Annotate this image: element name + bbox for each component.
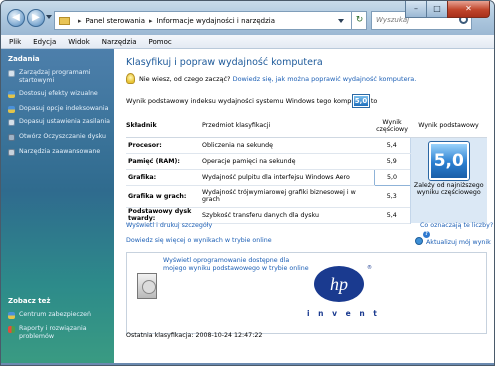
software-box-icon — [137, 273, 157, 299]
subscore: 5,3 — [374, 185, 410, 208]
view-software-online-link[interactable]: Wyświetl oprogramowanie dostępne dla moj… — [163, 257, 313, 273]
score-table: Składnik Przedmiot klasyfikacji Wynik cz… — [126, 115, 487, 224]
menu-file[interactable]: Plik — [1, 38, 27, 46]
security-center-icon — [8, 312, 15, 319]
breadcrumb-separator-icon: ▸ — [149, 16, 153, 25]
component-name: Grafika w grach: — [126, 185, 202, 208]
component-description: Operacje pamięci na sekundę — [202, 153, 374, 170]
sidebar-item-label: Zarządzaj programami startowymi — [19, 69, 91, 84]
page-title: Klasyfikuj i popraw wydajność komputera — [126, 57, 323, 68]
learn-online-link[interactable]: Dowiedz się więcej o wynikach w trybie o… — [126, 237, 272, 244]
subscore: 5,4 — [374, 207, 410, 224]
maximize-button[interactable]: □ — [426, 1, 448, 18]
refresh-icon[interactable]: ↻ — [351, 11, 367, 30]
base-score-small-badge: 5,0 — [352, 94, 370, 108]
component-description: Wydajność trójwymiarowej grafiki bizneso… — [202, 185, 374, 208]
sidebar-item-label: Centrum zabezpieczeń — [19, 311, 92, 318]
hp-logo[interactable]: hp — [313, 265, 365, 303]
shield-icon — [8, 106, 15, 113]
minimize-button[interactable]: – — [405, 1, 427, 18]
tip-question: Nie wiesz, od czego zacząć? — [139, 74, 231, 83]
component-description: Wydajność pulpitu dla interfejsu Windows… — [202, 169, 374, 186]
sidebar-item-label: Dostosuj efekty wizualne — [19, 90, 98, 97]
hp-tagline: i n v e n t — [307, 309, 380, 318]
sidebar: Zadania Zarządzaj programami startowymi … — [1, 49, 114, 365]
window: ◀ ▶ ▸ Panel sterowania ▸ Informacje wyda… — [0, 0, 495, 366]
last-rating-timestamp: Ostatnia klasyfikacja: 2008-10-24 12:47:… — [126, 332, 263, 339]
address-dropdown-icon[interactable] — [338, 19, 344, 23]
registered-mark: ® — [367, 265, 372, 271]
sidebar-item-advanced-tools[interactable]: Narzędzia zaawansowane — [8, 148, 112, 156]
base-score-note: Zależy od najniższego wyniku częściowego — [413, 181, 484, 197]
print-details-link[interactable]: Wyświetl i drukuj szczegóły — [126, 222, 212, 229]
sidebar-item-label: Dopasuj opcje indeksowania — [19, 105, 109, 112]
flag-icon — [8, 326, 15, 333]
breadcrumb-control-panel[interactable]: Panel sterowania — [86, 17, 146, 25]
shield-icon — [8, 91, 15, 98]
gear-icon — [8, 70, 15, 77]
tip-row: Nie wiesz, od czego zacząć? Dowiedz się,… — [126, 73, 416, 84]
sidebar-item-problem-reports[interactable]: Raporty i rozwiązania problemów — [8, 325, 112, 341]
sidebar-item-power-settings[interactable]: Dopasuj ustawienia zasilania — [8, 118, 112, 126]
component-description: Szybkość transferu danych dla dysku — [202, 207, 374, 224]
table-header-row: Składnik Przedmiot klasyfikacji Wynik cz… — [126, 115, 487, 138]
component-name: Pamięć (RAM): — [126, 153, 202, 170]
component-name: Procesor: — [126, 137, 202, 154]
sidebar-item-startup-programs[interactable]: Zarządzaj programami startowymi — [8, 69, 112, 85]
component-description: Obliczenia na sekundę — [202, 137, 374, 154]
forward-button[interactable]: ▶ — [27, 9, 45, 27]
component-name: Podstawowy dysk twardy: — [126, 207, 202, 224]
base-score-cell: 5,0 Zależy od najniższego wyniku częścio… — [409, 137, 487, 223]
column-header-component: Składnik — [126, 115, 202, 138]
tasks-heading: Zadania — [8, 55, 40, 63]
disk-icon — [8, 134, 15, 141]
update-icon — [415, 237, 423, 245]
back-button[interactable]: ◀ — [7, 9, 25, 27]
subscore: 5,9 — [374, 153, 410, 170]
sidebar-item-disk-cleanup[interactable]: Otwórz Oczyszczanie dysku — [8, 133, 112, 141]
breadcrumb-separator-icon: ▸ — [78, 16, 82, 25]
sidebar-item-indexing-options[interactable]: Dopasuj opcje indeksowania — [8, 105, 112, 113]
sidebar-item-visual-effects[interactable]: Dostosuj efekty wizualne — [8, 90, 112, 98]
menu-help[interactable]: Pomoc — [143, 38, 178, 46]
improve-performance-link[interactable]: Dowiedz się, jak można poprawić wydajnoś… — [233, 75, 417, 83]
recent-pages-dropdown-icon[interactable] — [46, 15, 52, 19]
see-also-heading: Zobacz też — [8, 297, 51, 305]
menu-edit[interactable]: Edycja — [27, 38, 62, 46]
component-name: Grafika: — [126, 169, 202, 186]
subscore-lowest: 5,0 — [373, 168, 411, 186]
menu-view[interactable]: Widok — [62, 38, 96, 46]
sidebar-item-label: Dopasuj ustawienia zasilania — [19, 118, 110, 125]
sidebar-item-security-center[interactable]: Centrum zabezpieczeń — [8, 311, 112, 319]
table-row: Procesor: Obliczenia na sekundę 5,4 5,0 … — [126, 137, 487, 223]
subscore: 5,4 — [374, 137, 410, 154]
base-score-label: Wynik podstawowy indeksu wydajności syst… — [126, 97, 378, 105]
battery-icon — [8, 119, 15, 126]
column-header-subscore: Wynik częściowy — [374, 115, 410, 138]
column-header-rated-item: Przedmiot klasyfikacji — [202, 115, 374, 138]
software-promo-panel: Wyświetl oprogramowanie dostępne dla moj… — [126, 252, 487, 334]
base-score-badge: 5,0 — [427, 140, 470, 181]
breadcrumb-performance[interactable]: Informacje wydajności i narzędzia — [157, 17, 275, 25]
tools-icon — [8, 149, 15, 156]
menu-bar: Plik Edycja Widok Narzędzia Pomoc — [1, 35, 494, 49]
sidebar-item-label: Otwórz Oczyszczanie dysku — [19, 133, 107, 140]
update-score-label: Aktualizuj mój wynik — [426, 239, 491, 246]
folder-icon — [59, 16, 70, 25]
lightbulb-icon — [126, 73, 135, 84]
sidebar-item-label: Narzędzia zaawansowane — [19, 148, 101, 155]
main-content: Klasyfikuj i popraw wydajność komputera … — [114, 49, 494, 365]
what-numbers-mean-label: Co oznaczają te liczby? — [420, 222, 494, 229]
address-field[interactable]: ▸ Panel sterowania ▸ Informacje wydajnoś… — [54, 11, 367, 30]
update-score-link[interactable]: Aktualizuj mój wynik — [415, 237, 491, 246]
hp-logo-letters: hp — [330, 274, 348, 294]
sidebar-item-label: Raporty i rozwiązania problemów — [19, 325, 87, 340]
close-button[interactable]: ✕ — [447, 1, 490, 18]
what-numbers-mean-link[interactable]: Co oznaczają te liczby?? — [420, 222, 494, 238]
menu-tools[interactable]: Narzędzia — [96, 38, 143, 46]
column-header-base-score: Wynik podstawowy — [410, 115, 487, 138]
